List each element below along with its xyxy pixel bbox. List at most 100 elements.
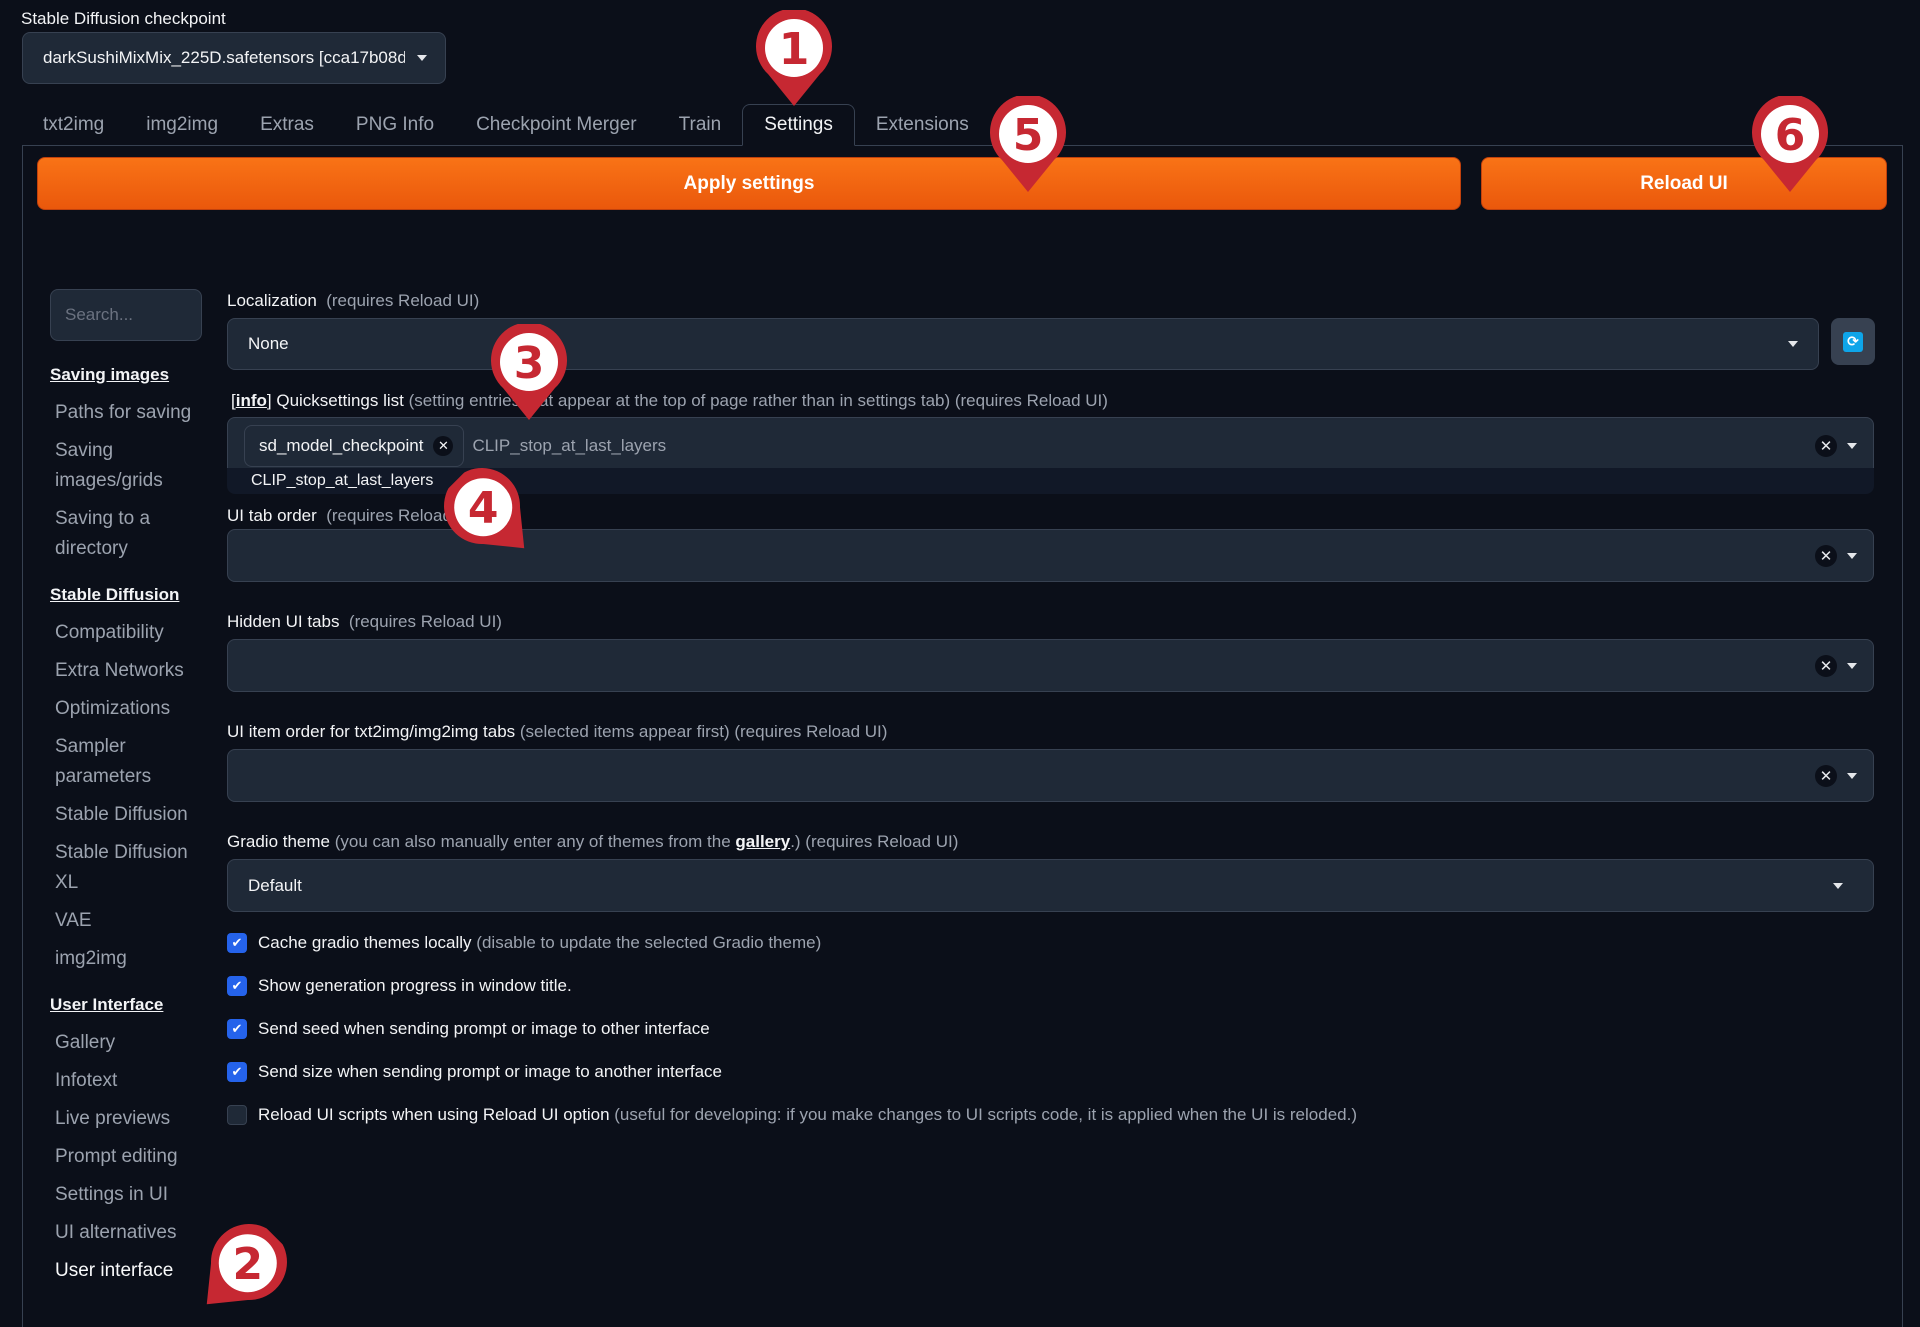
localization-value: None (248, 334, 289, 353)
checkpoint-label: Stable Diffusion checkpoint (21, 9, 226, 28)
chevron-down-icon (417, 55, 427, 61)
chip-label: sd_model_checkpoint (259, 436, 424, 455)
gradio-theme-label: Gradio theme (you can also manually ente… (227, 831, 1874, 853)
checkbox-checked-icon[interactable]: ✔ (227, 1019, 247, 1039)
checkbox-label: Show generation progress in window title… (258, 976, 572, 995)
sidebar-item-stable-diffusion[interactable]: Stable Diffusion (50, 796, 210, 834)
sidebar-item-img2img[interactable]: img2img (50, 940, 210, 978)
sidebar-item-prompt-editing[interactable]: Prompt editing (50, 1138, 210, 1176)
clear-icon[interactable]: ✕ (1815, 764, 1837, 787)
sidebar-item-optimizations[interactable]: Optimizations (50, 690, 210, 728)
sidebar-item-infotext[interactable]: Infotext (50, 1062, 210, 1100)
chevron-down-icon[interactable] (1847, 552, 1857, 559)
main-tabs: txt2img img2img Extras PNG Info Checkpoi… (22, 104, 990, 146)
refresh-icon: ⟳ (1843, 331, 1863, 352)
tab-png-info[interactable]: PNG Info (335, 104, 455, 146)
gradio-theme-value: Default (248, 875, 302, 895)
remove-chip-icon[interactable]: ✕ (433, 436, 454, 456)
checkbox-cache-gradio-themes[interactable]: ✔ Cache gradio themes locally (disable t… (227, 932, 1874, 954)
clear-icon[interactable]: ✕ (1815, 544, 1837, 567)
chevron-down-icon (1788, 341, 1798, 347)
checkbox-show-progress-title[interactable]: ✔ Show generation progress in window tit… (227, 975, 1874, 997)
tab-extensions[interactable]: Extensions (855, 104, 990, 146)
checkpoint-dropdown[interactable]: darkSushiMixMix_225D.safetensors [cca17b… (22, 32, 446, 84)
sidebar-item-saving-to-directory[interactable]: Saving to a directory (50, 500, 210, 568)
ui-tab-order-label: UI tab order (requires Reload UI) (227, 505, 1874, 527)
hidden-ui-tabs-multiselect[interactable]: ✕ (227, 639, 1874, 692)
checkbox-send-seed[interactable]: ✔ Send seed when sending prompt or image… (227, 1018, 1874, 1040)
quicksettings-label: [info] Quicksettings list (setting entri… (231, 391, 1108, 410)
clear-icon[interactable]: ✕ (1815, 435, 1837, 457)
sidebar-item-saving-images-grids[interactable]: Saving images/grids (50, 432, 210, 500)
ui-item-order-label: UI item order for txt2img/img2img tabs (… (227, 721, 1874, 743)
sidebar-item-ui-alternatives[interactable]: UI alternatives (50, 1214, 210, 1252)
localization-dropdown[interactable]: None (227, 318, 1819, 370)
quicksettings-label-text: Quicksettings list (276, 391, 404, 410)
checkbox-label: Send size when sending prompt or image t… (258, 1062, 722, 1081)
checkbox-label: Reload UI scripts when using Reload UI o… (258, 1105, 610, 1124)
chevron-down-icon[interactable] (1847, 443, 1857, 449)
clear-icon[interactable]: ✕ (1815, 654, 1837, 677)
quicksettings-note: (setting entries that appear at the top … (408, 391, 1108, 410)
sidebar-heading-stable-diffusion[interactable]: Stable Diffusion (50, 580, 210, 610)
sidebar-item-sampler-parameters[interactable]: Sampler parameters (50, 728, 210, 796)
ui-tab-order-multiselect[interactable]: ✕ (227, 529, 1874, 582)
tab-train[interactable]: Train (658, 104, 743, 146)
ui-tab-order-label-text: UI tab order (227, 506, 317, 525)
checkbox-label: Send seed when sending prompt or image t… (258, 1019, 710, 1038)
sidebar-item-vae[interactable]: VAE (50, 902, 210, 940)
sidebar-heading-user-interface[interactable]: User Interface (50, 990, 210, 1020)
checkbox-note: (disable to update the selected Gradio t… (476, 933, 822, 952)
ui-item-order-note: (selected items appear first) (requires … (519, 722, 888, 741)
hidden-ui-tabs-label: Hidden UI tabs (requires Reload UI) (227, 611, 1874, 633)
checkbox-checked-icon[interactable]: ✔ (227, 976, 247, 996)
sidebar-item-extra-networks[interactable]: Extra Networks (50, 652, 210, 690)
gradio-theme-note-pre: (you can also manually enter any of them… (334, 832, 736, 851)
gallery-link[interactable]: gallery (735, 832, 790, 851)
checkbox-group: ✔ Cache gradio themes locally (disable t… (227, 932, 1874, 1126)
sidebar-item-user-interface[interactable]: User interface (50, 1252, 210, 1290)
selected-chip: sd_model_checkpoint ✕ (244, 425, 465, 467)
chevron-down-icon (1833, 882, 1843, 889)
sidebar-item-gallery[interactable]: Gallery (50, 1024, 210, 1062)
info-link[interactable]: info (236, 391, 267, 410)
localization-note: (requires Reload UI) (326, 291, 480, 310)
tab-settings[interactable]: Settings (742, 104, 855, 146)
checkbox-checked-icon[interactable]: ✔ (227, 933, 247, 953)
quicksettings-multiselect[interactable]: sd_model_checkpoint ✕ ✕ (227, 417, 1874, 475)
ui-item-order-multiselect[interactable]: ✕ (227, 749, 1874, 802)
chevron-down-icon[interactable] (1847, 772, 1857, 779)
gradio-theme-dropdown[interactable]: Default (227, 859, 1874, 912)
apply-settings-button[interactable]: Apply settings (37, 157, 1461, 210)
sidebar-heading-saving-images[interactable]: Saving images (50, 360, 210, 390)
sidebar-item-live-previews[interactable]: Live previews (50, 1100, 210, 1138)
tab-extras[interactable]: Extras (239, 104, 335, 146)
chevron-down-icon[interactable] (1847, 662, 1857, 669)
checkbox-unchecked-icon[interactable] (227, 1105, 247, 1125)
sidebar-item-paths-for-saving[interactable]: Paths for saving (50, 394, 210, 432)
dropdown-suggestion-item[interactable]: CLIP_stop_at_last_layers (227, 468, 1874, 494)
tab-img2img[interactable]: img2img (125, 104, 239, 146)
checkbox-checked-icon[interactable]: ✔ (227, 1062, 247, 1082)
refresh-localization-button[interactable]: ⟳ (1831, 318, 1875, 365)
settings-content: Localization (requires Reload UI) None [… (227, 290, 1874, 1126)
annotation-marker-1: 1 (754, 8, 834, 108)
checkpoint-value: darkSushiMixMix_225D.safetensors [cca17b… (43, 48, 405, 67)
hidden-ui-tabs-note: (requires Reload UI) (348, 612, 502, 631)
checkbox-reload-ui-scripts[interactable]: Reload UI scripts when using Reload UI o… (227, 1104, 1874, 1126)
reload-ui-button[interactable]: Reload UI (1481, 157, 1887, 210)
sidebar-item-compatibility[interactable]: Compatibility (50, 614, 210, 652)
gradio-theme-note-post: .) (requires Reload UI) (790, 832, 959, 851)
settings-search-input[interactable] (50, 289, 202, 341)
ui-tab-order-note: (requires Reload UI) (326, 506, 480, 525)
sidebar-item-settings-in-ui[interactable]: Settings in UI (50, 1176, 210, 1214)
sidebar-item-stable-diffusion-xl[interactable]: Stable Diffusion XL (50, 834, 210, 902)
quicksettings-input[interactable] (472, 436, 773, 456)
ui-item-order-label-text: UI item order for txt2img/img2img tabs (227, 722, 516, 741)
checkbox-send-size[interactable]: ✔ Send size when sending prompt or image… (227, 1061, 1874, 1083)
localization-label-text: Localization (227, 291, 317, 310)
tab-checkpoint-merger[interactable]: Checkpoint Merger (455, 104, 658, 146)
localization-label: Localization (requires Reload UI) (227, 290, 1874, 312)
tab-txt2img[interactable]: txt2img (22, 104, 125, 146)
checkbox-note: (useful for developing: if you make chan… (614, 1105, 1357, 1124)
